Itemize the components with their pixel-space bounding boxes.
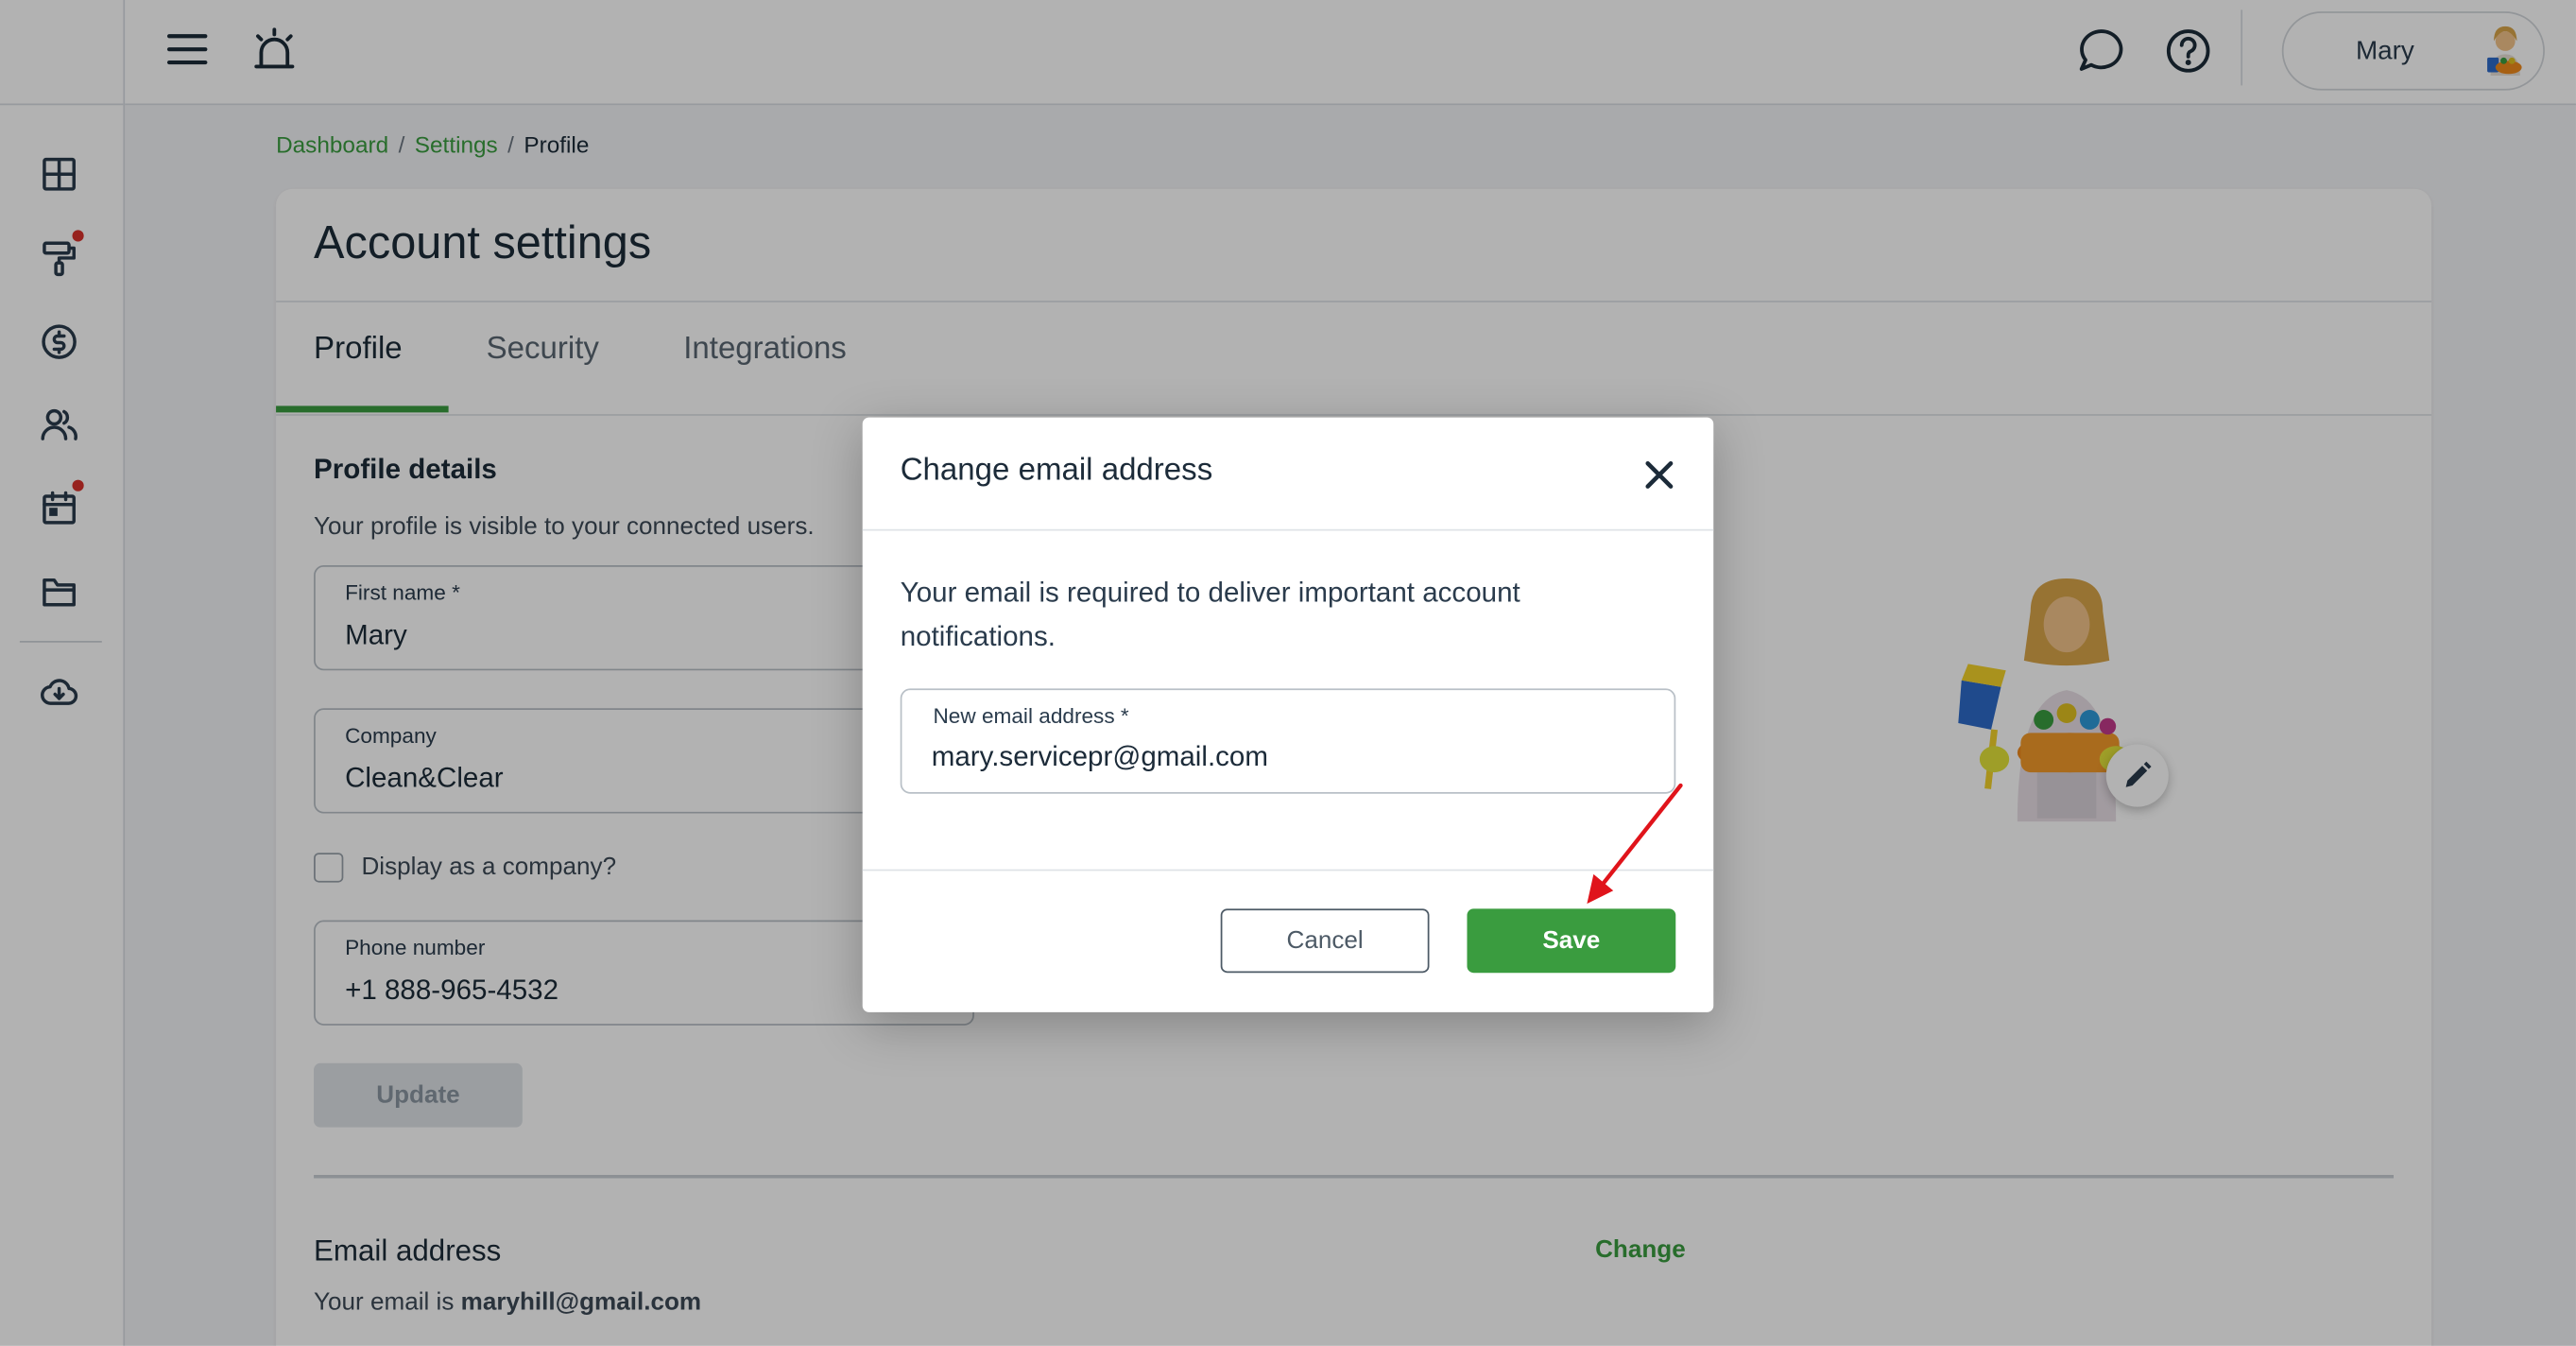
app-root: Mary Dashboard / Settings / Profile Acco… (0, 0, 2576, 1346)
new-email-input[interactable] (931, 741, 1639, 774)
save-button[interactable]: Save (1467, 908, 1676, 974)
change-email-dialog: Change email address Your email is requi… (862, 417, 1714, 1012)
dialog-description: Your email is required to deliver import… (900, 577, 1520, 653)
new-email-label: New email address * (933, 703, 1129, 729)
dialog-title: Change email address (900, 453, 1213, 489)
annotation-arrow (1587, 783, 1683, 905)
cancel-button[interactable]: Cancel (1220, 908, 1430, 974)
divider (862, 528, 1714, 531)
new-email-field[interactable]: New email address * (900, 688, 1676, 794)
close-icon[interactable] (1641, 457, 1677, 492)
